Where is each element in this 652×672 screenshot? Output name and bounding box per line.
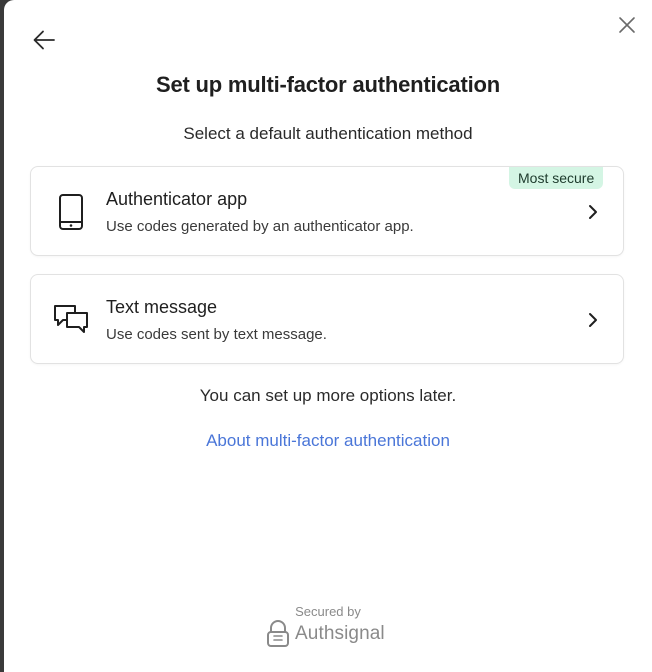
- authsignal-brand: Authsignal: [266, 620, 385, 648]
- chat-bubbles-icon: [51, 300, 91, 340]
- option-description: Use codes generated by an authenticator …: [106, 218, 414, 235]
- arrow-left-icon: [33, 30, 55, 50]
- option-label: Authenticator app: [106, 189, 248, 209]
- option-label: Text message: [106, 297, 218, 317]
- option-authenticator-app[interactable]: Most secure Authenticator app Use codes …: [30, 166, 624, 256]
- brand-name: Authsignal: [295, 623, 385, 644]
- option-text-message[interactable]: Text message Use codes sent by text mess…: [30, 274, 624, 364]
- chevron-right-icon: [583, 200, 603, 224]
- back-button[interactable]: [28, 24, 60, 56]
- smartphone-icon: [51, 192, 91, 232]
- close-icon: [619, 17, 635, 33]
- most-secure-badge: Most secure: [509, 167, 604, 189]
- chevron-right-icon: [583, 308, 603, 332]
- secured-by-text: Secured by: [295, 604, 361, 619]
- option-description: Use codes sent by text message.: [106, 326, 327, 343]
- more-options-note: You can set up more options later.: [199, 386, 457, 405]
- authsignal-logo-icon: [267, 620, 289, 647]
- close-button[interactable]: [611, 9, 643, 41]
- mfa-setup-modal: Set up multi-factor authentication Selec…: [4, 0, 652, 672]
- page-subtitle: Select a default authentication method: [183, 124, 473, 143]
- about-mfa-link[interactable]: About multi-factor authentication: [4, 431, 652, 451]
- page-title: Set up multi-factor authentication: [156, 72, 500, 97]
